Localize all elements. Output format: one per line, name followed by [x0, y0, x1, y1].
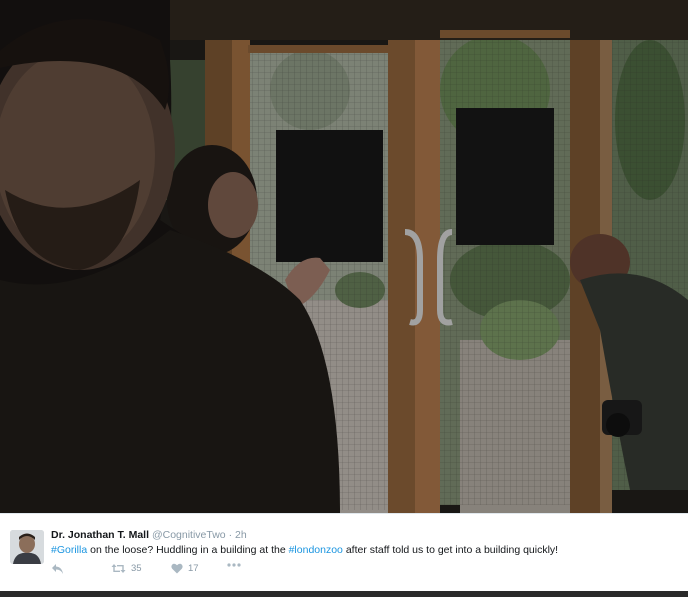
author-name[interactable]: Dr. Jonathan T. Mall — [51, 529, 149, 541]
tweet-timestamp[interactable]: 2h — [235, 529, 247, 541]
tweet-text-part1: on the loose? Huddling in a building at … — [87, 544, 289, 556]
tweet-text-part2: after staff told us to get into a buildi… — [342, 544, 559, 556]
bottom-bar — [0, 591, 688, 597]
like-button[interactable]: 17 — [171, 563, 199, 574]
tweet-header: Dr. Jonathan T. Mall @CognitiveTwo · 2h — [51, 529, 247, 541]
separator-dot: · — [228, 529, 233, 541]
selfie-image — [0, 0, 688, 513]
reply-icon — [52, 564, 63, 574]
heart-icon — [171, 563, 183, 574]
tweet-text: #Gorilla on the loose? Huddling in a bui… — [51, 544, 558, 556]
retweet-count: 35 — [131, 563, 142, 574]
retweet-icon — [111, 564, 126, 573]
tweet-card: Dr. Jonathan T. Mall @CognitiveTwo · 2h … — [0, 513, 688, 592]
more-icon — [227, 563, 241, 567]
retweet-button[interactable]: 35 — [111, 563, 142, 574]
avatar-image — [10, 530, 44, 564]
reply-button[interactable] — [51, 563, 64, 575]
more-button[interactable] — [227, 563, 241, 567]
hashtag-londonzoo[interactable]: #londonzoo — [289, 544, 343, 556]
like-count: 17 — [188, 563, 199, 574]
tweet-photo[interactable] — [0, 0, 688, 513]
author-handle[interactable]: @CognitiveTwo — [152, 529, 226, 541]
avatar[interactable] — [10, 530, 44, 564]
tweet-actions: 35 17 — [51, 563, 351, 577]
hashtag-gorilla[interactable]: #Gorilla — [51, 544, 87, 556]
